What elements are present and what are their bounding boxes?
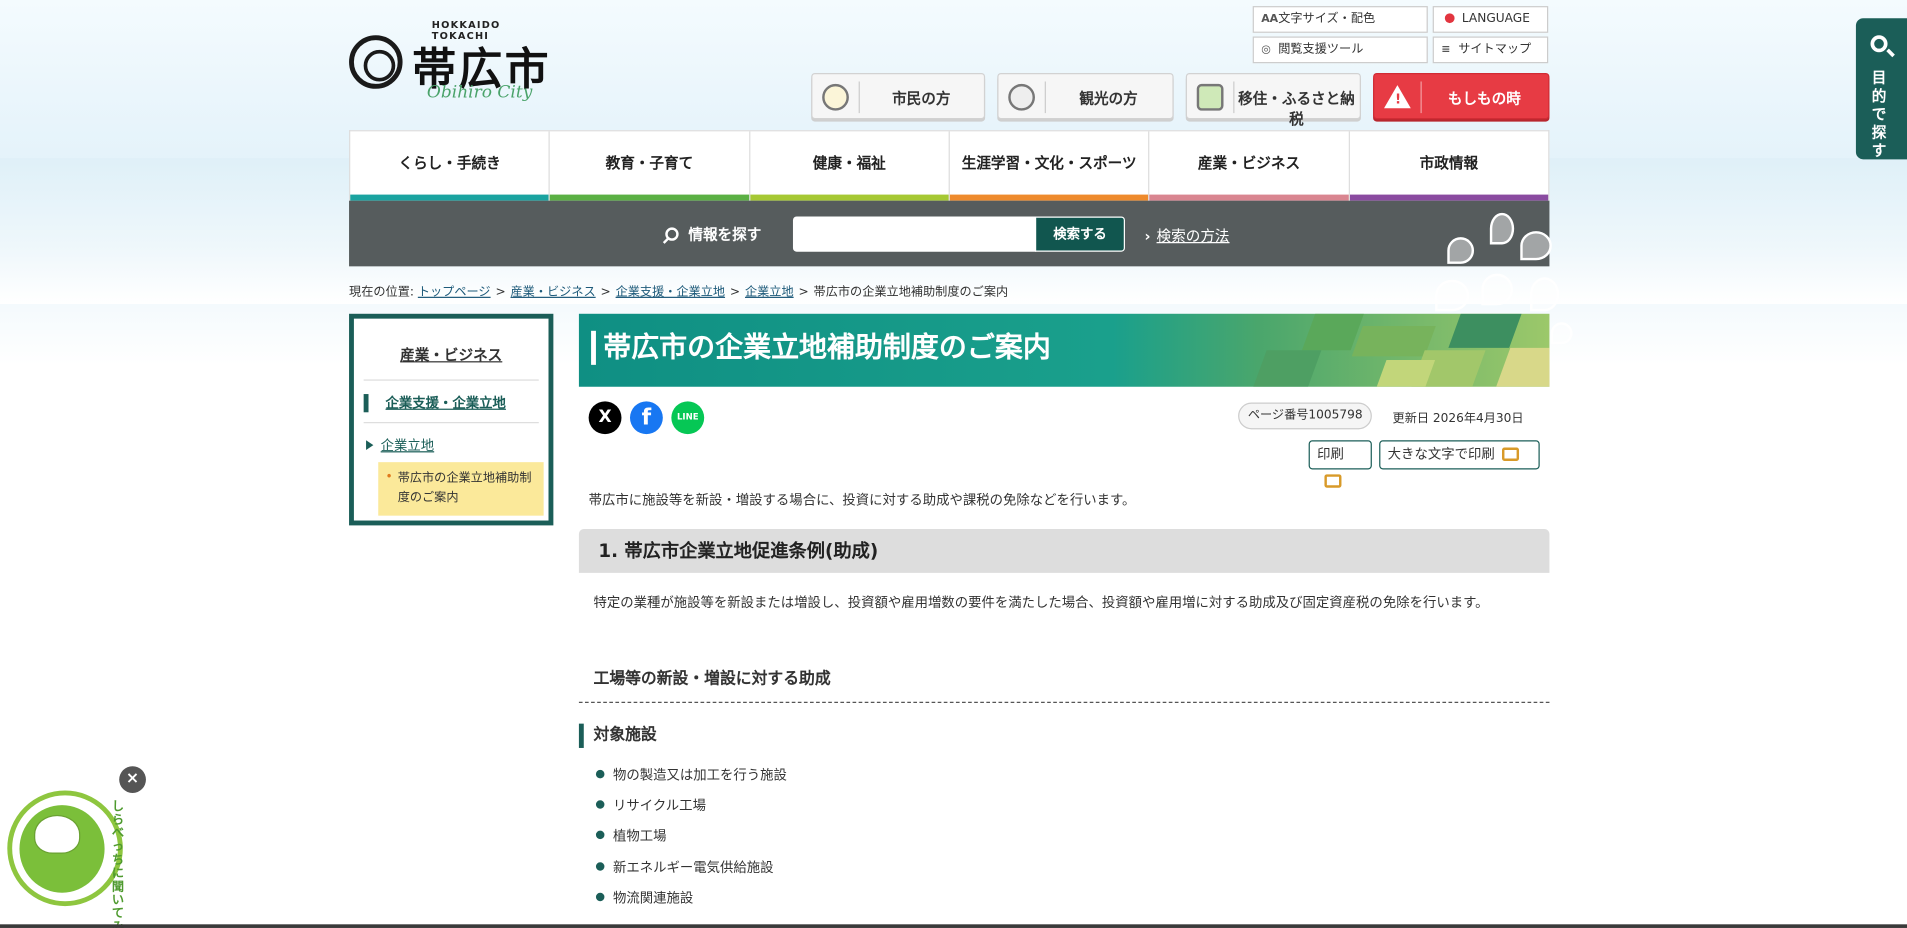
- page-number-badge: ページ番号1005798: [1238, 402, 1373, 430]
- language-label: LANGUAGE: [1461, 12, 1530, 26]
- search-button[interactable]: 検索する: [1034, 216, 1125, 252]
- relocation-label: 移住・ふるさと納税: [1238, 89, 1355, 128]
- breadcrumb: 現在の位置: トップページ > 産業・ビジネス > 企業支援・企業立地 > 企業立地 > 帯広市…: [349, 285, 1009, 300]
- lead-text: 帯広市に施設等を新設・増設する場合に、投資に対する助成や課税の免除などを行います…: [588, 492, 1136, 509]
- local-nav-title[interactable]: 産業・ビジネス: [354, 344, 549, 365]
- accessibility-icon: ◎: [1261, 43, 1271, 56]
- nav-item-living[interactable]: くらし・手続き: [350, 131, 551, 201]
- list-item: 物の製造又は加工を行う施設: [595, 765, 787, 784]
- site-logo[interactable]: HOKKAIDO TOKACHI 帯広市 Obihiro City: [349, 19, 556, 109]
- tourist-icon: [1008, 83, 1035, 111]
- nav-label: 産業・ビジネス: [1197, 154, 1301, 172]
- citizen-icon: [822, 83, 849, 111]
- search-icon: [665, 227, 679, 241]
- print-label: 印刷: [1317, 446, 1344, 463]
- printer-icon: [1324, 474, 1342, 488]
- site-search: 情報を探す 検索する 検索の方法: [349, 200, 1550, 267]
- nav-item-municipal[interactable]: 市政情報: [1349, 131, 1549, 201]
- x-share-button[interactable]: X: [588, 401, 622, 435]
- search-help-link[interactable]: 検索の方法: [1144, 225, 1230, 246]
- map-icon: [1196, 83, 1224, 111]
- breadcrumb-link[interactable]: 企業支援・企業立地: [616, 286, 725, 299]
- list-item: リサイクル工場: [595, 795, 706, 814]
- font-size-color-button[interactable]: AA文字サイズ・配色: [1252, 6, 1428, 33]
- tourist-button[interactable]: 観光の方: [997, 72, 1174, 120]
- mascot-label: しらべっちに聞いてみる!: [111, 800, 125, 928]
- nav-label: 市政情報: [1419, 154, 1479, 172]
- local-nav: 産業・ビジネス 企業支援・企業立地 企業立地 帯広市の企業立地補助制度のご案内: [349, 313, 554, 526]
- section-heading-ordinance: 1. 帯広市企業立地促進条例(助成): [578, 529, 1550, 573]
- local-nav-item-support[interactable]: 企業支援・企業立地: [363, 394, 506, 413]
- sitemap-label: サイトマップ: [1458, 42, 1532, 56]
- menu-icon: ≡: [1441, 43, 1451, 56]
- emergency-button[interactable]: もしもの時: [1373, 72, 1550, 120]
- nav-label: 健康・福祉: [812, 154, 886, 172]
- nav-label: 教育・子育て: [605, 154, 694, 172]
- facebook-icon: f: [641, 404, 652, 431]
- nav-item-education[interactable]: 教育・子育て: [550, 131, 750, 201]
- purpose-search-tab[interactable]: 目的で探す: [1855, 18, 1907, 160]
- relocation-button[interactable]: 移住・ふるさと納税: [1185, 72, 1361, 128]
- line-icon: LINE: [676, 412, 699, 423]
- citizen-button[interactable]: 市民の方: [811, 72, 986, 120]
- updated-date: 更新日 2026年4月30日: [1392, 412, 1524, 426]
- line-share-button[interactable]: LINE: [671, 401, 705, 435]
- bottom-divider: [0, 924, 1907, 928]
- local-nav-current[interactable]: 帯広市の企業立地補助制度のご案内: [378, 462, 544, 516]
- citizen-label: 市民の方: [892, 89, 951, 108]
- nav-item-culture[interactable]: 生涯学習・文化・スポーツ: [949, 131, 1150, 201]
- page-title-banner: 帯広市の企業立地補助制度のご案内: [578, 313, 1550, 387]
- breadcrumb-link[interactable]: 企業立地: [745, 286, 794, 299]
- language-button[interactable]: LANGUAGE: [1432, 6, 1549, 33]
- print-button[interactable]: 印刷: [1308, 440, 1372, 488]
- x-icon: X: [598, 407, 612, 427]
- language-icon: [1444, 13, 1455, 24]
- subheading-subsidy: 工場等の新設・増設に対する助成: [578, 669, 1550, 703]
- warning-icon: [1384, 85, 1411, 109]
- facebook-share-button[interactable]: f: [629, 401, 663, 435]
- nav-item-health[interactable]: 健康・福祉: [749, 131, 950, 201]
- page-title: 帯広市の企業立地補助制度のご案内: [591, 330, 1051, 365]
- tourist-label: 観光の方: [1079, 89, 1138, 108]
- list-item: 物流関連施設: [595, 888, 693, 907]
- browse-support-button[interactable]: ◎ 閲覧支援ツール: [1252, 36, 1428, 64]
- list-item: 植物工場: [595, 826, 666, 845]
- global-nav: くらし・手続き 教育・子育て 健康・福祉 生涯学習・文化・スポーツ 産業・ビジネ…: [349, 130, 1550, 201]
- emergency-label: もしもの時: [1447, 89, 1521, 108]
- browse-support-label: 閲覧支援ツール: [1278, 42, 1364, 56]
- subheading-target-facilities: 対象施設: [578, 723, 657, 748]
- printer-icon: [1502, 447, 1520, 461]
- print-large-label: 大きな文字で印刷: [1387, 446, 1495, 463]
- mascot-close-button[interactable]: ×: [119, 766, 146, 793]
- search-label: 情報を探す: [665, 224, 761, 245]
- nav-label: 生涯学習・文化・スポーツ: [961, 154, 1137, 172]
- breadcrumb-link[interactable]: トップページ: [418, 286, 491, 299]
- breadcrumb-prefix: 現在の位置:: [349, 285, 414, 300]
- list-item: 新エネルギー電気供給施設: [595, 857, 774, 876]
- breadcrumb-link[interactable]: 産業・ビジネス: [511, 286, 596, 299]
- city-emblem-icon: [349, 35, 403, 89]
- purpose-search-label: 目的で探す: [1871, 69, 1887, 160]
- nav-item-business[interactable]: 産業・ビジネス: [1149, 131, 1350, 201]
- local-nav-item-location[interactable]: 企業立地: [366, 435, 434, 454]
- mascot-chat-widget[interactable]: しらべっちに聞いてみる!: [7, 790, 143, 928]
- font-size-label: 文字サイズ・配色: [1278, 12, 1376, 26]
- logo-city-name-en: Obihiro City: [426, 82, 533, 103]
- search-icon: [1870, 35, 1888, 53]
- section-paragraph: 特定の業種が施設等を新設または増設し、投資額や雇用増数の要件を満たした場合、投資…: [593, 594, 1489, 611]
- nav-label: くらし・手続き: [398, 154, 501, 172]
- font-size-icon: AA: [1261, 13, 1279, 26]
- sitemap-button[interactable]: ≡ サイトマップ: [1432, 36, 1549, 64]
- print-large-button[interactable]: 大きな文字で印刷: [1379, 440, 1540, 470]
- search-input[interactable]: [792, 216, 1037, 252]
- breadcrumb-current: 帯広市の企業立地補助制度のご案内: [813, 285, 1009, 300]
